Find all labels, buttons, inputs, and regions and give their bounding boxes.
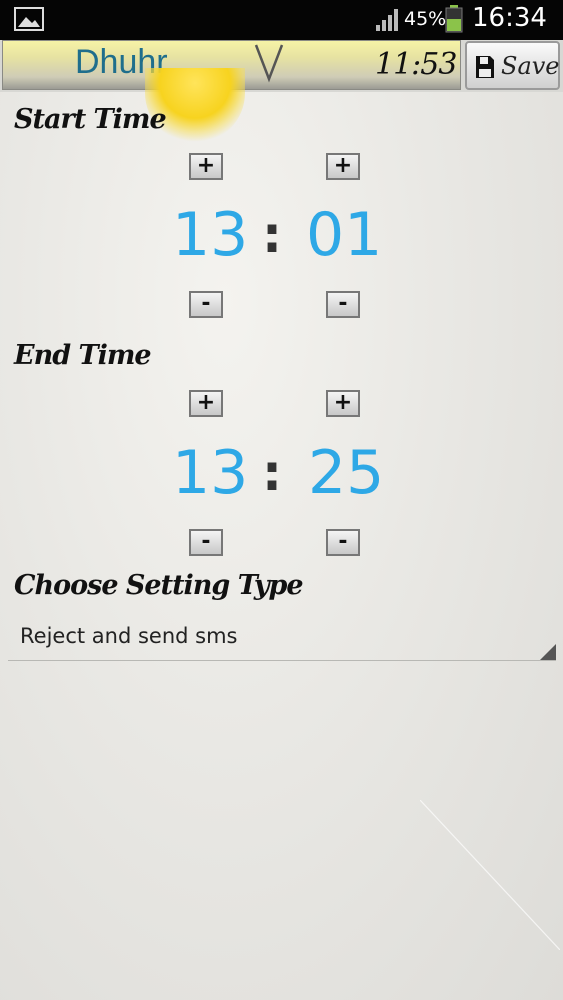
chevron-down-icon[interactable] [253, 43, 285, 83]
header-bar: Dhuhr 11:53 Save [0, 40, 563, 92]
start-hour-value: 13 [172, 200, 249, 270]
end-minute-value: 25 [308, 438, 385, 508]
paper-scratch-decoration [420, 800, 560, 950]
status-time: 16:34 [472, 3, 547, 33]
battery-percent: 45% [404, 8, 447, 30]
gallery-icon [14, 7, 44, 31]
start-hour-plus-button[interactable]: + [189, 153, 223, 180]
prayer-time: 11:53 [375, 47, 457, 82]
start-minute-value: 01 [306, 200, 383, 270]
start-minute-plus-button[interactable]: + [326, 153, 360, 180]
end-time-separator: : [262, 444, 282, 502]
dropdown-arrow-icon [540, 644, 556, 660]
end-hour-value: 13 [172, 438, 249, 508]
end-hour-plus-button[interactable]: + [189, 390, 223, 417]
start-time-separator: : [262, 206, 282, 264]
end-hour-minus-button[interactable]: - [189, 529, 223, 556]
battery-icon [445, 5, 463, 33]
start-hour-minus-button[interactable]: - [189, 291, 223, 318]
setting-type-selected: Reject and send sms [20, 624, 238, 648]
save-label: Save [501, 52, 560, 80]
save-button[interactable]: Save [465, 41, 560, 90]
setting-type-label: Choose Setting Type [14, 570, 304, 601]
signal-icon [376, 9, 398, 31]
end-minute-plus-button[interactable]: + [326, 390, 360, 417]
status-bar: 45% 16:34 [0, 0, 563, 40]
start-minute-minus-button[interactable]: - [326, 291, 360, 318]
setting-type-dropdown[interactable]: Reject and send sms [8, 612, 556, 661]
save-disk-icon [476, 56, 494, 78]
end-minute-minus-button[interactable]: - [326, 529, 360, 556]
start-time-label: Start Time [14, 104, 167, 135]
end-time-label: End Time [14, 340, 152, 371]
